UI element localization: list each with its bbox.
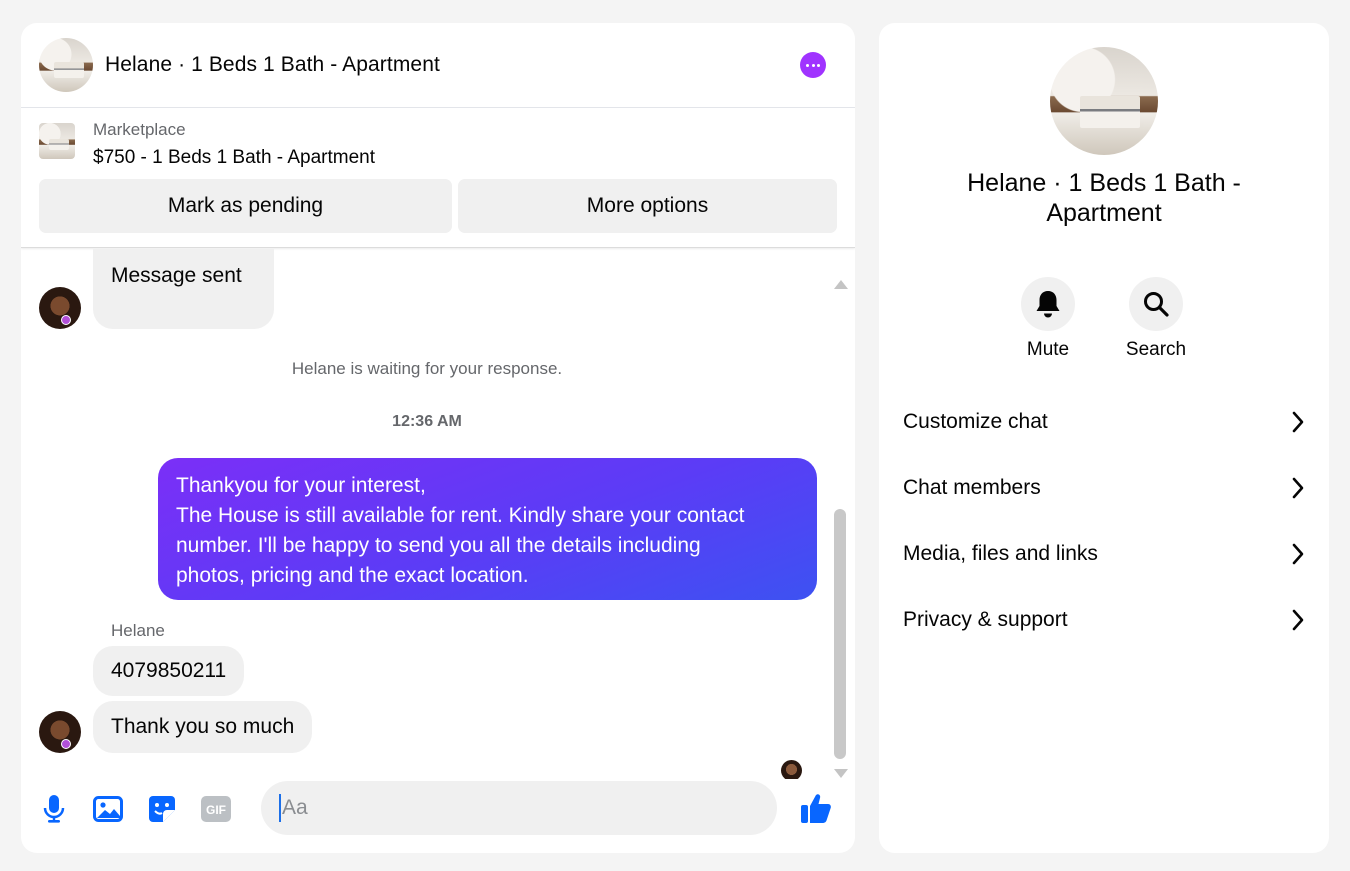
photo-icon[interactable] [92, 793, 124, 825]
menu-media-files-links[interactable]: Media, files and links [903, 534, 1305, 574]
profile-name: Helane · 1 Beds 1 Bath - Apartment [879, 168, 1329, 228]
profile-name-line: Helane · 1 Beds 1 Bath - [967, 169, 1241, 197]
sender-avatar[interactable] [39, 287, 81, 329]
gif-icon: GIF [200, 793, 232, 825]
message-input-container[interactable] [261, 781, 777, 835]
search-button[interactable] [1129, 277, 1183, 331]
read-receipt-avatar [781, 760, 802, 779]
sticker-icon[interactable] [146, 793, 178, 825]
sender-avatar[interactable] [39, 711, 81, 753]
message-bubble-incoming[interactable]: Message sent [93, 249, 274, 329]
chat-panel: Helane · 1 Beds 1 Bath - Apartment Marke… [21, 23, 855, 853]
message-bubble-incoming[interactable]: 4079850211 [93, 646, 245, 696]
mark-as-pending-button[interactable]: Mark as pending [39, 179, 452, 233]
menu-label: Chat members [903, 476, 1041, 499]
message-bubble-incoming[interactable]: Thank you so much [93, 701, 313, 753]
listing-source: Marketplace [93, 120, 186, 139]
conversation-title[interactable]: Helane · 1 Beds 1 Bath - Apartment [105, 53, 440, 77]
message-line: The House is still available for rent. K… [176, 504, 745, 527]
waiting-status: Helane is waiting for your response. [291, 359, 563, 378]
menu-privacy-support[interactable]: Privacy & support [903, 600, 1305, 640]
gif-label: GIF [206, 803, 226, 817]
mute-button[interactable] [1021, 277, 1075, 331]
menu-label: Media, files and links [903, 542, 1098, 565]
conversation-avatar[interactable] [39, 38, 93, 92]
listing-thumbnail[interactable] [39, 123, 75, 159]
message-text: 4079850211 [111, 659, 227, 682]
chevron-right-icon [1292, 477, 1304, 499]
search-icon [1144, 292, 1169, 317]
profile-name-line: Apartment [1046, 199, 1162, 227]
chevron-right-icon [1292, 609, 1304, 631]
menu-label: Customize chat [903, 410, 1048, 433]
message-line: number. I'll be happy to send you all th… [176, 534, 701, 557]
message-timestamp: 12:36 AM [392, 413, 462, 430]
message-text: Thank you so much [111, 715, 295, 738]
profile-avatar[interactable] [1050, 47, 1158, 155]
sender-name: Helane [111, 621, 165, 640]
message-text: Message sent [111, 264, 242, 287]
menu-label: Privacy & support [903, 608, 1068, 631]
menu-chat-members[interactable]: Chat members [903, 468, 1305, 508]
bell-icon [1036, 291, 1060, 318]
scroll-down-arrow[interactable] [834, 769, 848, 778]
listing-title[interactable]: $750 - 1 Beds 1 Bath - Apartment [93, 147, 375, 169]
chat-header: Helane · 1 Beds 1 Bath - Apartment [21, 23, 855, 108]
listing-bar: Marketplace $750 - 1 Beds 1 Bath - Apart… [21, 108, 855, 248]
search-label: Search [1125, 339, 1187, 360]
scroll-up-arrow[interactable] [834, 280, 848, 289]
microphone-icon[interactable] [38, 793, 70, 825]
message-composer: GIF [21, 779, 855, 853]
message-input[interactable] [279, 794, 709, 822]
message-line: Thankyou for your interest, [176, 474, 426, 497]
message-line: photos, pricing and the exact location. [176, 564, 529, 587]
more-options-icon[interactable] [800, 52, 826, 78]
thumbs-up-icon[interactable] [800, 792, 832, 824]
mute-label: Mute [1026, 339, 1070, 360]
chevron-right-icon [1292, 543, 1304, 565]
conversation-info-panel: Helane · 1 Beds 1 Bath - Apartment Mute … [879, 23, 1329, 853]
more-options-button[interactable]: More options [458, 179, 837, 233]
menu-customize-chat[interactable]: Customize chat [903, 402, 1305, 442]
scrollbar-thumb[interactable] [834, 509, 846, 759]
message-bubble-outgoing[interactable]: Thankyou for your interest, The House is… [158, 458, 817, 600]
chevron-right-icon [1292, 411, 1304, 433]
message-list[interactable]: Message sent Helane is waiting for your … [21, 249, 855, 779]
